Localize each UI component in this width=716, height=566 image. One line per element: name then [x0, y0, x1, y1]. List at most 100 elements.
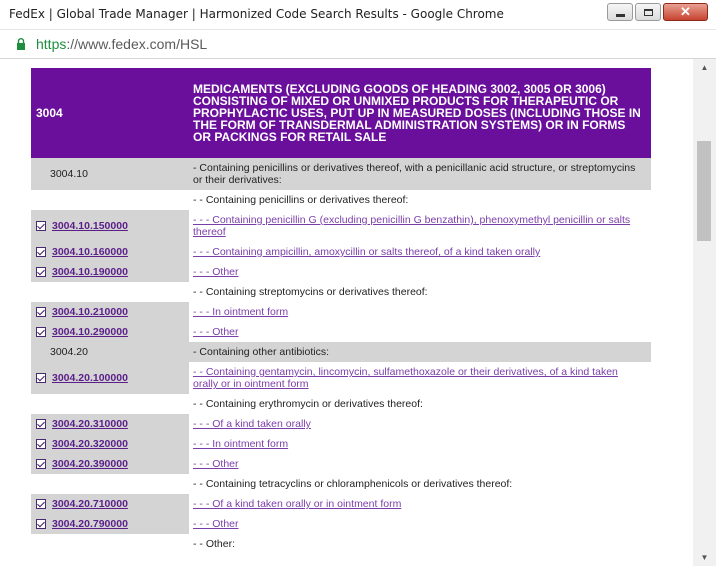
page-content: 3004 MEDICAMENTS (EXCLUDING GOODS OF HEA…	[0, 59, 693, 566]
description-link[interactable]: - - - Other	[193, 518, 239, 530]
description-cell: - - - Containing ampicillin, amoxycillin…	[189, 242, 651, 262]
description-text: - - Containing erythromycin or derivativ…	[193, 398, 423, 410]
group-label-row: - - Containing streptomycins or derivati…	[31, 282, 651, 302]
address-bar[interactable]: https://www.fedex.com/HSL	[0, 30, 716, 59]
hs-code-link[interactable]: 3004.20.320000	[52, 438, 128, 450]
code-cell	[31, 534, 189, 554]
description-cell: - - - Other	[189, 514, 651, 534]
table-row: 3004.10.290000 - - - Other	[31, 322, 651, 342]
heading-code: 3004	[36, 106, 63, 120]
description-cell: - - - Other	[189, 322, 651, 342]
window-controls: ✕	[605, 3, 708, 21]
description-cell: - - Containing gentamycin, lincomycin, s…	[189, 362, 651, 394]
heading-description: MEDICAMENTS (EXCLUDING GOODS OF HEADING …	[193, 82, 641, 144]
hs-code-link[interactable]: 3004.20.100000	[52, 372, 128, 384]
minimize-button[interactable]	[607, 3, 633, 21]
description-cell: - - Containing tetracyclins or chloramph…	[189, 474, 651, 494]
code-cell: 3004.20.390000	[31, 454, 189, 474]
description-cell: - - Other:	[189, 534, 651, 554]
table-row: 3004.20.310000 - - - Of a kind taken oral…	[31, 414, 651, 434]
description-cell: - - - Of a kind taken orally	[189, 414, 651, 434]
hs-code-link[interactable]: 3004.10.290000	[52, 326, 128, 338]
description-cell: - - - In ointment form	[189, 434, 651, 454]
code-cell: 3004.10.210000	[31, 302, 189, 322]
maximize-button[interactable]	[635, 3, 661, 21]
scroll-up-icon[interactable]: ▲	[693, 59, 716, 76]
window-title: FedEx | Global Trade Manager | Harmonize…	[9, 7, 504, 21]
close-button[interactable]: ✕	[663, 3, 708, 21]
hs-code-link[interactable]: 3004.10.210000	[52, 306, 128, 318]
description-text: - Containing other antibiotics:	[193, 346, 329, 358]
group-label-row: - - Other:	[31, 534, 651, 554]
checkbox-icon[interactable]	[36, 373, 46, 383]
table-row: 3004.20.390000 - - - Other	[31, 454, 651, 474]
checkbox-icon[interactable]	[36, 267, 46, 277]
vertical-scrollbar[interactable]: ▲ ▼	[693, 59, 716, 566]
code-cell: 3004.10.160000	[31, 242, 189, 262]
description-link[interactable]: - - - Of a kind taken orally	[193, 418, 311, 430]
checkbox-icon[interactable]	[36, 439, 46, 449]
description-link[interactable]: - - Containing gentamycin, lincomycin, s…	[193, 366, 643, 390]
description-cell: - - Containing penicillins or derivative…	[189, 190, 651, 210]
checkbox-icon[interactable]	[36, 419, 46, 429]
description-link[interactable]: - - - Containing penicillin G (excluding…	[193, 214, 643, 238]
hs-code-link[interactable]: 3004.10.160000	[52, 246, 128, 258]
checkbox-icon[interactable]	[36, 499, 46, 509]
scrollbar-thumb[interactable]	[697, 141, 711, 241]
group-label-row: - - Containing erythromycin or derivativ…	[31, 394, 651, 414]
checkbox-icon[interactable]	[36, 459, 46, 469]
description-link[interactable]: - - - Containing ampicillin, amoxycillin…	[193, 246, 540, 258]
checkbox-icon[interactable]	[36, 221, 46, 231]
hs-code-link[interactable]: 3004.20.310000	[52, 418, 128, 430]
code-cell: 3004.10	[31, 158, 189, 190]
hs-code-link[interactable]: 3004.20.710000	[52, 498, 128, 510]
table-row: 3004.10.210000 - - - In ointment form	[31, 302, 651, 322]
close-icon: ✕	[680, 4, 691, 19]
code-cell: 3004.20.100000	[31, 362, 189, 394]
url-path: ://www.fedex.com/HSL	[66, 36, 208, 52]
description-text: - - Containing penicillins or derivative…	[193, 194, 409, 206]
lock-icon	[17, 38, 25, 50]
url-text[interactable]: https://www.fedex.com/HSL	[36, 36, 207, 52]
checkbox-icon[interactable]	[36, 519, 46, 529]
checkbox-icon[interactable]	[36, 327, 46, 337]
code-cell	[31, 190, 189, 210]
description-link[interactable]: - - - In ointment form	[193, 306, 288, 318]
code-cell: 3004.20.320000	[31, 434, 189, 454]
description-cell: - - Containing streptomycins or derivati…	[189, 282, 651, 302]
description-link[interactable]: - - - Of a kind taken orally or in ointm…	[193, 498, 401, 510]
description-text: - - Containing tetracyclins or chloramph…	[193, 478, 513, 490]
subheading-row: 3004.10 - Containing penicillins or deriv…	[31, 158, 651, 190]
description-cell: - Containing penicillins or derivatives …	[189, 158, 651, 190]
hs-code-link[interactable]: 3004.10.190000	[52, 266, 128, 278]
description-cell: - - - Other	[189, 262, 651, 282]
description-link[interactable]: - - - Other	[193, 458, 239, 470]
table-row: 3004.20.320000 - - - In ointment form	[31, 434, 651, 454]
minimize-icon	[608, 4, 632, 20]
code-cell: 3004.10.190000	[31, 262, 189, 282]
description-link[interactable]: - - - In ointment form	[193, 438, 288, 450]
description-link[interactable]: - - - Other	[193, 266, 239, 278]
hs-code-link[interactable]: 3004.10.150000	[52, 220, 128, 232]
hs-code-link[interactable]: 3004.20.790000	[52, 518, 128, 530]
url-scheme: https	[36, 36, 67, 52]
group-label-row: - - Containing tetracyclins or chloramph…	[31, 474, 651, 494]
hs-code-link[interactable]: 3004.20.390000	[52, 458, 128, 470]
window-titlebar: FedEx | Global Trade Manager | Harmonize…	[0, 0, 716, 30]
description-text: - - Other:	[193, 538, 236, 550]
table-row: 3004.20.790000 - - - Other	[31, 514, 651, 534]
code-cell: 3004.10.150000	[31, 210, 189, 242]
code-cell: 3004.10.290000	[31, 322, 189, 342]
description-text: - - Containing streptomycins or derivati…	[193, 286, 428, 298]
code-text: 3004.10	[50, 168, 88, 180]
code-cell	[31, 474, 189, 494]
checkbox-icon[interactable]	[36, 247, 46, 257]
description-link[interactable]: - - - Other	[193, 326, 239, 338]
table-row: 3004.10.150000 - - - Containing penicilli…	[31, 210, 651, 242]
subheading-row: 3004.20 - Containing other antibiotics:	[31, 342, 651, 362]
table-row: 3004.10.160000 - - - Containing ampicilli…	[31, 242, 651, 262]
checkbox-icon[interactable]	[36, 307, 46, 317]
code-text: 3004.20	[50, 346, 88, 358]
table-row: 3004.20.710000 - - - Of a kind taken oral…	[31, 494, 651, 514]
scroll-down-icon[interactable]: ▼	[693, 549, 716, 566]
